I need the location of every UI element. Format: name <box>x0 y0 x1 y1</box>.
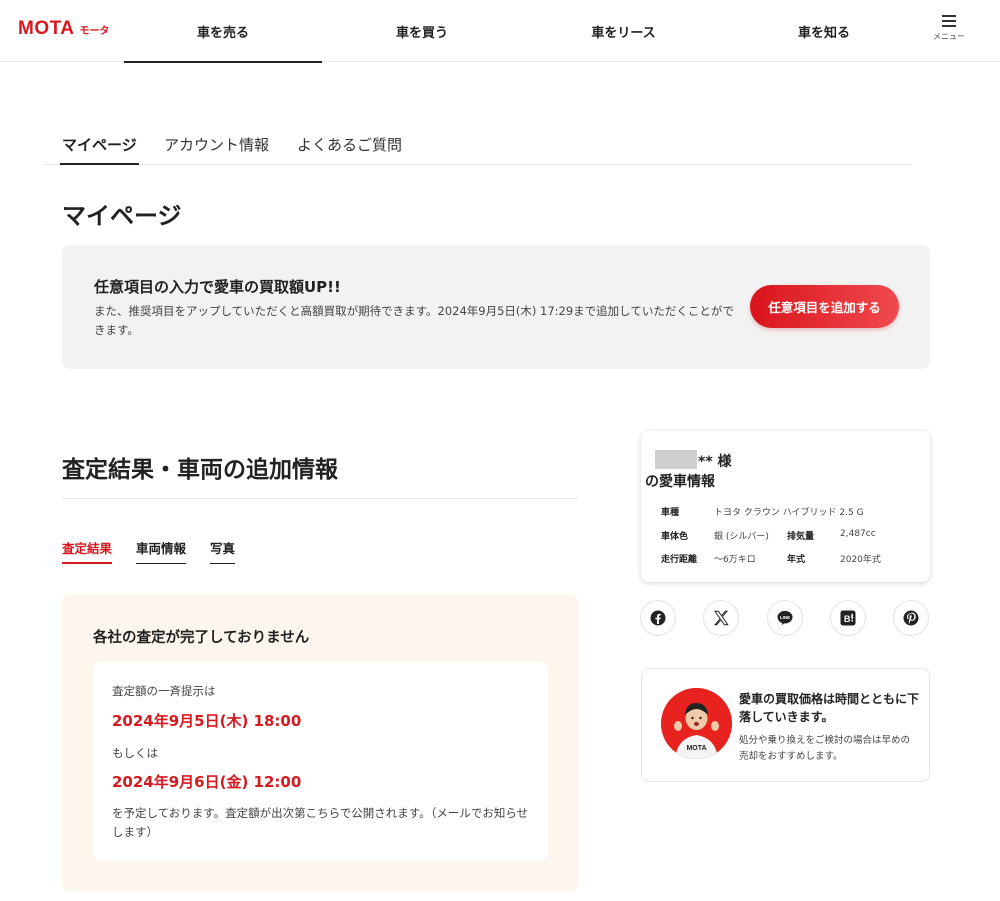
schedule-or-label: もしくは <box>112 746 158 760</box>
nav-buy-car[interactable]: 車を買う <box>322 0 522 62</box>
nav-sell-car[interactable]: 車を売る <box>124 0 322 63</box>
spec-label-model: 車種 <box>661 508 680 518</box>
nav-know-car[interactable]: 車を知る <box>725 0 923 62</box>
site-header: MOTA モータ 車を売る 車を買う 車をリース 車を知る メニュー <box>0 0 1000 63</box>
tab-account-info[interactable]: アカウント情報 <box>164 134 269 164</box>
notice-text: また、推奨項目をアップしていただくと高額買取が期待できます。2024年9月5日(… <box>94 304 734 337</box>
spec-value-mileage: 〜6万キロ <box>714 555 756 565</box>
optional-items-notice: 任意項目の入力で愛車の買取額UP!! また、推奨項目をアップしていただくと高額買… <box>62 245 930 369</box>
promo-title: 愛車の買取価格は時間とともに下落していきます。 <box>739 692 920 724</box>
share-line-button[interactable]: LINE <box>767 600 803 636</box>
share-hatena-button[interactable]: B <box>830 600 866 636</box>
share-pinterest-button[interactable] <box>893 600 929 636</box>
menu-label: メニュー <box>933 32 965 41</box>
user-name-suffix: ** 様 <box>698 454 732 470</box>
assessment-status-box: 各社の査定が完了しておりません 査定額の一斉提示は 2024年9月5日(木) 1… <box>62 594 578 892</box>
mascot-avatar: MOTA <box>661 688 732 759</box>
svg-text:B: B <box>844 614 851 624</box>
spec-value-displacement: 2,487cc <box>840 529 876 539</box>
schedule-date-2: 2024年9月6日(金) 12:00 <box>112 773 302 791</box>
spec-value-color: 銀 (シルバー) <box>714 532 769 542</box>
notice-title: 任意項目の入力で愛車の買取額UP!! <box>94 278 341 296</box>
price-drop-promo-card: MOTA 愛車の買取価格は時間とともに下落していきます。 処分や乗り換えをご検討… <box>641 668 930 782</box>
mascot-illustration: MOTA <box>661 688 732 759</box>
spec-value-year: 2020年式 <box>840 555 881 565</box>
spec-label-color: 車体色 <box>661 532 689 542</box>
add-optional-items-button[interactable]: 任意項目を追加する <box>750 285 899 328</box>
promo-text: 処分や乗り換えをご検討の場合は早めの売却をおすすめします。 <box>739 735 911 762</box>
spec-label-displacement: 排気量 <box>787 532 815 542</box>
schedule-note: を予定しております。査定額が出次第こちらで公開されます。（メールでお知らせします… <box>112 806 529 839</box>
schedule-label: 査定額の一斉提示は <box>112 684 216 698</box>
section-title: 査定結果・車両の追加情報 <box>62 457 338 483</box>
schedule-date-1: 2024年9月5日(木) 18:00 <box>112 712 302 730</box>
mota-logo[interactable]: MOTA モータ <box>18 18 110 40</box>
pinterest-icon <box>903 610 919 626</box>
x-icon <box>713 610 729 626</box>
masked-user-name <box>655 450 697 469</box>
share-facebook-button[interactable] <box>640 600 676 636</box>
spec-label-mileage: 走行距離 <box>661 555 698 565</box>
section-divider <box>62 498 578 499</box>
tab-mypage[interactable]: マイページ <box>60 134 139 165</box>
logo-subtext: モータ <box>79 26 110 37</box>
car-info-title: の愛車情報 <box>645 474 715 490</box>
tab-photos[interactable]: 写真 <box>210 538 236 564</box>
menu-button[interactable]: メニュー <box>927 12 971 52</box>
tab-faq[interactable]: よくあるご質問 <box>297 134 402 164</box>
mascot-shirt-text: MOTA <box>686 745 706 752</box>
svg-text:LINE: LINE <box>780 615 790 620</box>
hatena-bookmark-icon: B <box>840 610 856 626</box>
car-info-card: ** 様 の愛車情報 車種 トヨタ クラウン ハイブリッド 2.5 G 車体色 … <box>641 431 930 582</box>
tab-assessment-result[interactable]: 査定結果 <box>62 538 113 564</box>
assessment-status-title: 各社の査定が完了しておりません <box>93 630 310 646</box>
share-x-button[interactable] <box>703 600 739 636</box>
logo-text: MOTA <box>18 18 75 39</box>
mypage-tabs: マイページ アカウント情報 よくあるご質問 <box>44 128 911 165</box>
spec-value-model: トヨタ クラウン ハイブリッド 2.5 G <box>714 508 864 518</box>
line-icon: LINE <box>777 610 793 626</box>
assessment-schedule-card: 査定額の一斉提示は 2024年9月5日(木) 18:00 もしくは 2024年9… <box>93 662 548 861</box>
hamburger-icon <box>942 15 956 27</box>
spec-label-year: 年式 <box>787 555 806 565</box>
tab-vehicle-info[interactable]: 車両情報 <box>136 538 187 564</box>
page-title: マイページ <box>62 202 182 230</box>
facebook-icon <box>650 610 666 626</box>
nav-lease-car[interactable]: 車をリース <box>522 0 725 62</box>
